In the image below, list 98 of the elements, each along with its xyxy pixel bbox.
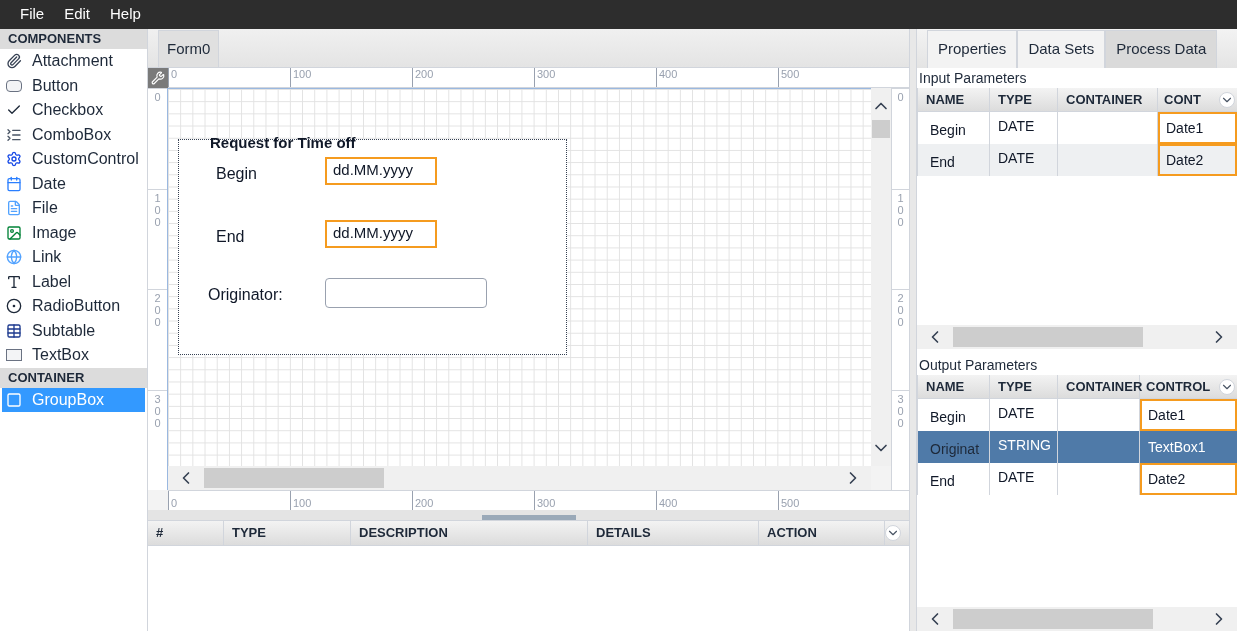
palette-item[interactable]: Button bbox=[2, 73, 145, 98]
ruler-label: 0 bbox=[153, 91, 162, 105]
ruler-label: 100 bbox=[293, 497, 312, 509]
dropdown-icon[interactable] bbox=[885, 525, 901, 541]
table-cell-text: TextBox1 bbox=[1147, 438, 1207, 457]
column-header[interactable]: DESCRIPTION bbox=[351, 521, 588, 545]
palette-item[interactable]: Date bbox=[2, 171, 145, 196]
button-icon bbox=[6, 79, 22, 92]
column-header[interactable]: DETAILS bbox=[588, 521, 759, 545]
column-header[interactable]: NAME bbox=[918, 375, 990, 398]
gear-icon bbox=[6, 151, 22, 168]
column-header[interactable]: CONTAINER bbox=[1058, 375, 1140, 398]
column-header[interactable]: TYPE bbox=[990, 88, 1058, 111]
dropdown-icon[interactable] bbox=[1219, 378, 1235, 395]
scrollbar-thumb[interactable] bbox=[204, 468, 384, 488]
column-header[interactable]: ACTION bbox=[759, 521, 885, 545]
table-cell: DATE bbox=[990, 463, 1058, 495]
ruler-label: 100 bbox=[293, 68, 312, 80]
ruler-label: 0 bbox=[896, 91, 905, 105]
table-cell: Date2 bbox=[1158, 144, 1237, 176]
calendar-icon bbox=[6, 175, 22, 192]
column-header[interactable]: NAME bbox=[918, 88, 990, 111]
palette-item[interactable]: Image bbox=[2, 220, 145, 245]
column-header[interactable]: TYPE bbox=[224, 521, 351, 545]
field-label: End bbox=[216, 227, 245, 247]
file-icon bbox=[6, 200, 22, 217]
menu-item[interactable]: File bbox=[20, 3, 45, 26]
field-label: Begin bbox=[216, 164, 257, 184]
palette-item[interactable]: ComboBox bbox=[2, 122, 145, 147]
design-canvas[interactable]: Request for Time off Begin dd.MM.yyyy End dd.MM.yyyy Originator: bbox=[168, 88, 871, 466]
ruler-label: 200 bbox=[415, 68, 434, 80]
input-field[interactable] bbox=[325, 278, 487, 308]
column-header[interactable]: TYPE bbox=[990, 375, 1058, 398]
input-field[interactable]: dd.MM.yyyy bbox=[325, 220, 437, 248]
image-icon bbox=[6, 224, 22, 241]
horizontal-scrollbar[interactable] bbox=[917, 325, 1237, 349]
radio-icon bbox=[6, 298, 22, 315]
paperclip-icon bbox=[6, 53, 22, 70]
ruler-label: 500 bbox=[781, 497, 800, 509]
ruler-label: 0 bbox=[171, 68, 178, 80]
table-icon bbox=[6, 322, 22, 339]
ruler-label: 200 bbox=[896, 292, 905, 331]
panel-tab[interactable]: Properties bbox=[927, 30, 1018, 68]
dropdown-icon[interactable] bbox=[1219, 91, 1235, 108]
textbox-icon bbox=[6, 349, 22, 362]
table-cell: Date2 bbox=[1140, 463, 1237, 495]
palette-item[interactable]: Checkbox bbox=[2, 98, 145, 123]
palette-item[interactable]: Subtable bbox=[2, 318, 145, 343]
palette-item[interactable]: Link bbox=[2, 245, 145, 270]
ruler-label: 0 bbox=[171, 497, 178, 509]
section-title: Output Parameters bbox=[918, 356, 1039, 375]
ruler-label: 300 bbox=[896, 392, 905, 431]
ruler-label: 400 bbox=[659, 497, 678, 509]
palette-item[interactable]: Attachment bbox=[2, 49, 145, 74]
table-cell: End bbox=[918, 463, 990, 495]
panel-tab[interactable]: Process Data bbox=[1105, 30, 1218, 68]
scrollbar-thumb[interactable] bbox=[953, 327, 1143, 347]
palette-section-header: COMPONENTS bbox=[0, 29, 147, 49]
panel-tab[interactable]: Data Sets bbox=[1017, 30, 1106, 68]
combobox-icon bbox=[6, 126, 22, 143]
table-row[interactable]: End DATE Date2 bbox=[918, 144, 1237, 176]
menu-item[interactable]: Help bbox=[110, 3, 141, 26]
field-label: Originator: bbox=[208, 285, 283, 305]
palette-item[interactable]: File bbox=[2, 196, 145, 221]
column-header[interactable]: CONT bbox=[1158, 88, 1219, 111]
table-cell: End bbox=[918, 144, 990, 176]
palette-item[interactable]: RadioButton bbox=[2, 294, 145, 319]
globe-icon bbox=[6, 249, 22, 266]
settings-button[interactable] bbox=[148, 68, 168, 88]
table-cell: DATE bbox=[990, 144, 1058, 176]
table-row[interactable]: Originat STRING TextBox1 bbox=[918, 431, 1237, 463]
scrollbar-thumb[interactable] bbox=[953, 609, 1153, 629]
ruler-label: 300 bbox=[537, 497, 556, 509]
groupbox-icon bbox=[6, 391, 22, 408]
scrollbar-thumb[interactable] bbox=[872, 120, 890, 138]
group-title: Request for Time off bbox=[210, 133, 356, 153]
ruler-label: 100 bbox=[153, 191, 162, 230]
palette-item[interactable]: TextBox bbox=[2, 343, 145, 368]
palette-section-header: CONTAINER bbox=[0, 367, 147, 388]
menu-item[interactable]: Edit bbox=[64, 3, 91, 26]
letter-icon bbox=[6, 273, 22, 290]
section-title: Input Parameters bbox=[918, 69, 1028, 88]
ruler-label: 300 bbox=[537, 68, 556, 80]
ruler-label: 500 bbox=[781, 68, 800, 80]
ruler-label: 200 bbox=[415, 497, 434, 509]
palette-item[interactable]: Label bbox=[2, 269, 145, 294]
form-tab[interactable]: Form0 bbox=[158, 30, 220, 67]
palette-item[interactable]: CustomControl bbox=[2, 147, 145, 172]
input-field[interactable]: dd.MM.yyyy bbox=[325, 157, 437, 185]
ruler-label: 200 bbox=[153, 292, 162, 331]
table-cell: Date1 bbox=[1158, 112, 1237, 144]
column-header[interactable]: CONTAINER bbox=[1058, 88, 1158, 111]
table-cell: Date1 bbox=[1140, 399, 1237, 431]
horizontal-scrollbar[interactable] bbox=[917, 607, 1237, 631]
column-header[interactable]: # bbox=[148, 521, 224, 545]
ruler-label: 100 bbox=[896, 191, 905, 230]
ruler-label: 400 bbox=[659, 68, 678, 80]
ruler-label: 300 bbox=[153, 392, 162, 431]
